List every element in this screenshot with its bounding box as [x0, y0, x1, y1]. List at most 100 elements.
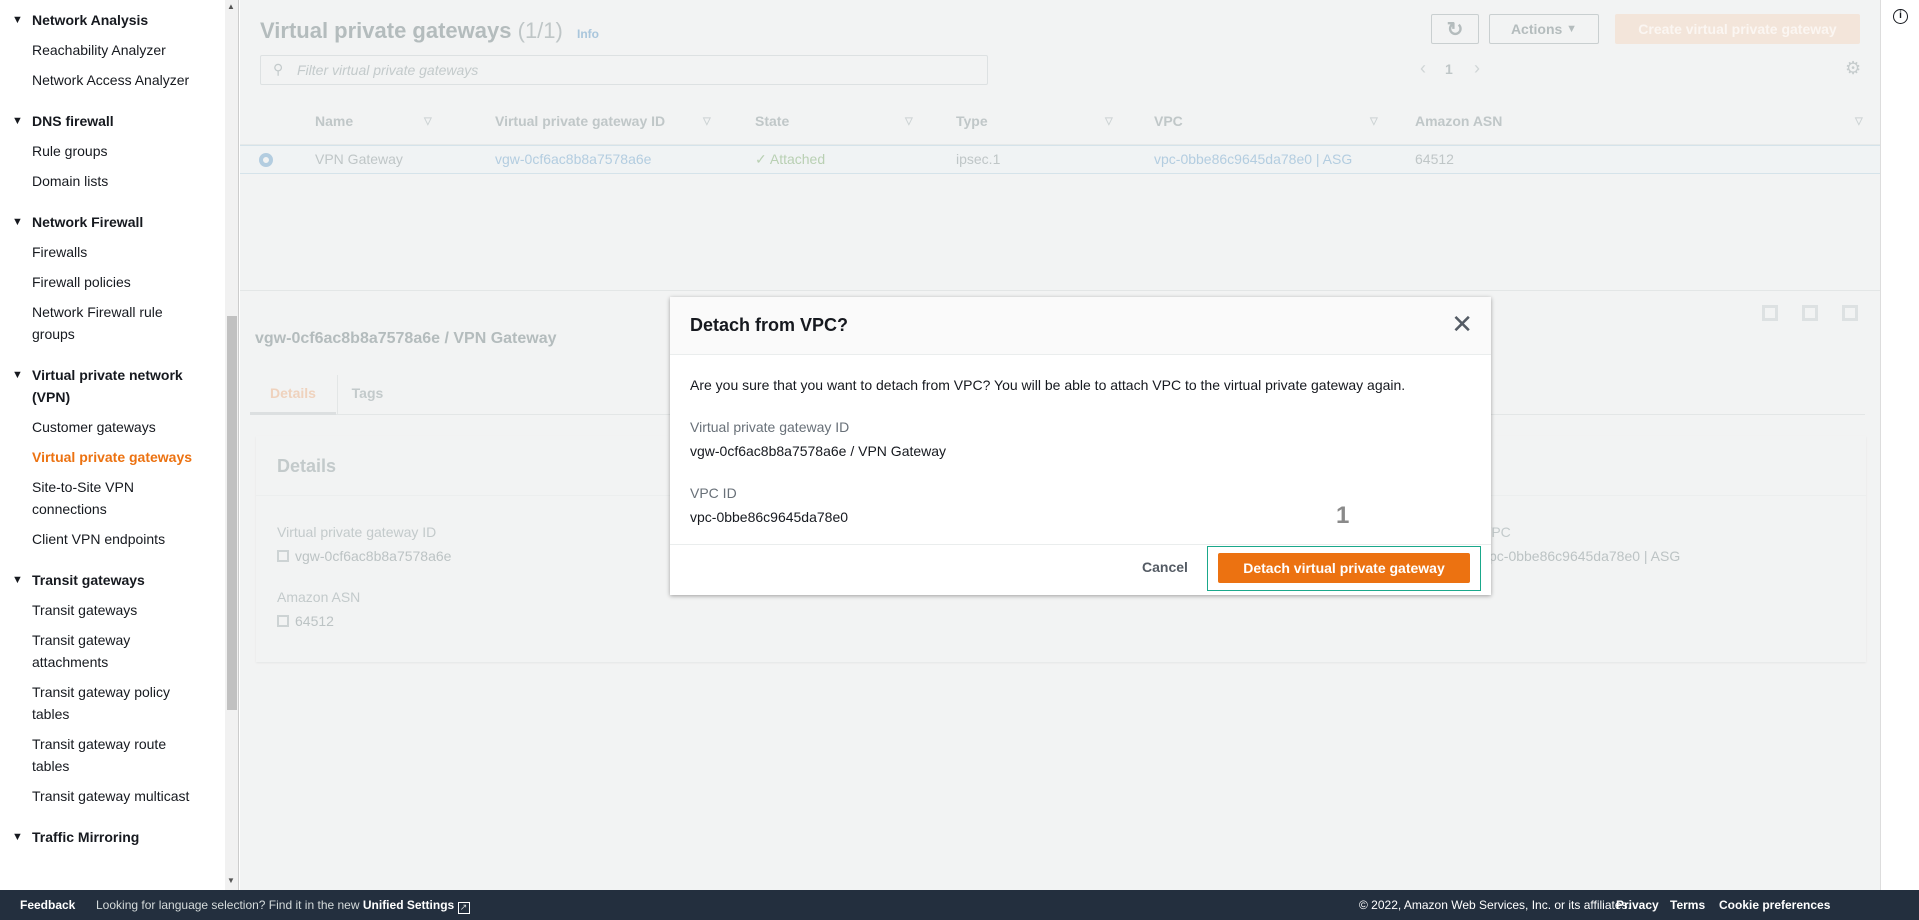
sidebar-group-header[interactable]: ▼ Network Firewall: [0, 207, 224, 237]
caret-down-icon: ▼: [12, 831, 23, 843]
create-gateway-button[interactable]: Create virtual private gateway: [1615, 14, 1860, 44]
modal-message: Are you sure that you want to detach fro…: [690, 377, 1406, 393]
detach-button[interactable]: Detach virtual private gateway: [1218, 553, 1470, 583]
panel-bottom-icon[interactable]: [1762, 305, 1778, 321]
refresh-icon: ↻: [1446, 18, 1464, 41]
tab-details[interactable]: Details: [250, 375, 336, 415]
column-header-type[interactable]: Type: [956, 100, 988, 143]
cell-vpc-link[interactable]: vpc-0bbe86c9645da78e0 | ASG: [1154, 146, 1352, 173]
scrollbar-thumb[interactable]: [227, 316, 237, 710]
column-header-name[interactable]: Name: [315, 100, 353, 143]
info-icon[interactable]: i: [1893, 9, 1908, 24]
sort-icon[interactable]: ▽: [1370, 100, 1378, 143]
panel-full-icon[interactable]: [1842, 305, 1858, 321]
cookie-preferences-link[interactable]: Cookie preferences: [1719, 890, 1830, 920]
sidebar-group-header[interactable]: ▼ DNS firewall: [0, 106, 224, 136]
panel-side-icon[interactable]: [1802, 305, 1818, 321]
sidebar-item[interactable]: Firewalls: [0, 237, 224, 267]
sidebar-item[interactable]: Transit gateway attachments: [0, 625, 224, 677]
footer: Feedback Looking for language selection?…: [0, 890, 1919, 920]
sidebar-item[interactable]: Network Firewall rule groups: [0, 297, 224, 349]
sidebar-scrollbar[interactable]: ▲ ▼: [225, 0, 239, 890]
language-text: Looking for language selection? Find it …: [96, 898, 360, 912]
column-header-state[interactable]: State: [755, 100, 789, 143]
cell-state: ✓ Attached: [755, 146, 825, 173]
page-title-text: Virtual private gateways: [260, 18, 512, 43]
filter-input[interactable]: ⚲ Filter virtual private gateways: [260, 55, 988, 85]
caret-down-icon: ▼: [12, 369, 23, 381]
group-title: Network Firewall: [32, 214, 144, 230]
actions-button[interactable]: Actions ▼: [1489, 14, 1599, 44]
table-row[interactable]: VPN Gateway vgw-0cf6ac8b8a7578a6e ✓ Atta…: [240, 145, 1880, 174]
cell-asn: 64512: [1415, 151, 1454, 167]
info-link[interactable]: Info: [577, 27, 599, 41]
sidebar-item[interactable]: Rule groups: [0, 136, 224, 166]
row-radio[interactable]: [259, 153, 273, 167]
feedback-link[interactable]: Feedback: [20, 890, 75, 920]
sort-icon[interactable]: ▽: [1855, 100, 1863, 143]
sort-icon[interactable]: ▽: [703, 100, 711, 143]
scroll-down-icon[interactable]: ▼: [227, 876, 235, 885]
asn-value: 64512: [295, 613, 334, 629]
sidebar-group-header[interactable]: ▼ Traffic Mirroring: [0, 822, 224, 852]
field-label: Virtual private gateway ID: [277, 524, 437, 540]
modal-title: Detach from VPC?: [690, 315, 849, 335]
column-header-vpc[interactable]: VPC: [1154, 100, 1183, 143]
sidebar-item[interactable]: Transit gateways: [0, 595, 224, 625]
sidebar-group: ▼ Network Analysis Reachability Analyzer Ne…: [0, 5, 224, 95]
filter-placeholder: Filter virtual private gateways: [297, 62, 479, 78]
details-header: vgw-0cf6ac8b8a7578a6e / VPN Gateway: [255, 330, 557, 347]
refresh-button[interactable]: ↻: [1431, 14, 1479, 44]
sidebar-item[interactable]: Domain lists: [0, 166, 224, 196]
sidebar-group-header[interactable]: ▼ Transit gateways: [0, 565, 224, 595]
prev-page-icon[interactable]: ‹: [1420, 58, 1426, 79]
cancel-button[interactable]: Cancel: [1142, 559, 1188, 575]
sidebar-item[interactable]: Transit gateway policy tables: [0, 677, 224, 729]
tab-tags[interactable]: Tags: [337, 375, 397, 415]
caret-down-icon: ▼: [12, 14, 23, 26]
step-annotation: 1: [1336, 502, 1350, 529]
sidebar-group: ▼ DNS firewall Rule groups Domain lists: [0, 106, 224, 196]
column-header-id[interactable]: Virtual private gateway ID: [495, 100, 665, 143]
sort-icon[interactable]: ▽: [1105, 100, 1113, 143]
copy-icon[interactable]: [277, 615, 289, 627]
close-icon[interactable]: ✕: [1451, 309, 1473, 339]
sidebar-group-header[interactable]: ▼ Network Analysis: [0, 5, 224, 35]
vpc-value-link[interactable]: vpc-0bbe86c9645da78e0 | ASG: [1482, 548, 1680, 564]
sidebar-group-header[interactable]: ▼ Virtual private network (VPN): [0, 360, 224, 412]
sidebar-item[interactable]: Network Access Analyzer: [0, 65, 224, 95]
next-page-icon[interactable]: ›: [1474, 58, 1480, 79]
sidebar-item[interactable]: Transit gateway route tables: [0, 729, 224, 781]
copyright: © 2022, Amazon Web Services, Inc. or its…: [1359, 898, 1631, 912]
page-number[interactable]: 1: [1445, 61, 1453, 77]
sort-icon[interactable]: ▽: [905, 100, 913, 143]
cell-id-link[interactable]: vgw-0cf6ac8b8a7578a6e: [495, 146, 651, 173]
sidebar-group: ▼ Traffic Mirroring: [0, 822, 224, 852]
sidebar-item[interactable]: Transit gateway multicast: [0, 781, 224, 811]
group-title: DNS firewall: [32, 113, 114, 129]
scroll-up-icon[interactable]: ▲: [227, 2, 235, 11]
sidebar-item[interactable]: Customer gateways: [0, 412, 224, 442]
column-header-asn[interactable]: Amazon ASN: [1415, 100, 1502, 143]
state-text: Attached: [769, 151, 826, 167]
sidebar-item[interactable]: Firewall policies: [0, 267, 224, 297]
sort-icon[interactable]: ▽: [424, 100, 432, 143]
caret-down-icon: ▼: [12, 216, 23, 228]
sidebar-item[interactable]: Reachability Analyzer: [0, 35, 224, 65]
sidebar-item[interactable]: Site-to-Site VPN connections: [0, 472, 224, 524]
group-title: Transit gateways: [32, 572, 145, 588]
sidebar-item[interactable]: Virtual private gateways: [0, 442, 224, 472]
sidebar-group: ▼ Virtual private network (VPN) Customer g…: [0, 360, 224, 554]
cell-name: VPN Gateway: [315, 151, 403, 167]
terms-link[interactable]: Terms: [1670, 890, 1705, 920]
group-title: Traffic Mirroring: [32, 829, 140, 845]
privacy-link[interactable]: Privacy: [1616, 890, 1659, 920]
modal-vgw-label: Virtual private gateway ID: [690, 419, 850, 435]
vgw-id-value: vgw-0cf6ac8b8a7578a6e: [295, 548, 452, 564]
sidebar-item[interactable]: Client VPN endpoints: [0, 524, 224, 554]
actions-label: Actions: [1510, 21, 1563, 37]
sidebar-group: ▼ Network Firewall Firewalls Firewall polic…: [0, 207, 224, 349]
gear-icon[interactable]: ⚙: [1845, 58, 1861, 79]
copy-icon[interactable]: [277, 550, 289, 562]
unified-settings-link[interactable]: Unified Settings: [363, 898, 454, 912]
